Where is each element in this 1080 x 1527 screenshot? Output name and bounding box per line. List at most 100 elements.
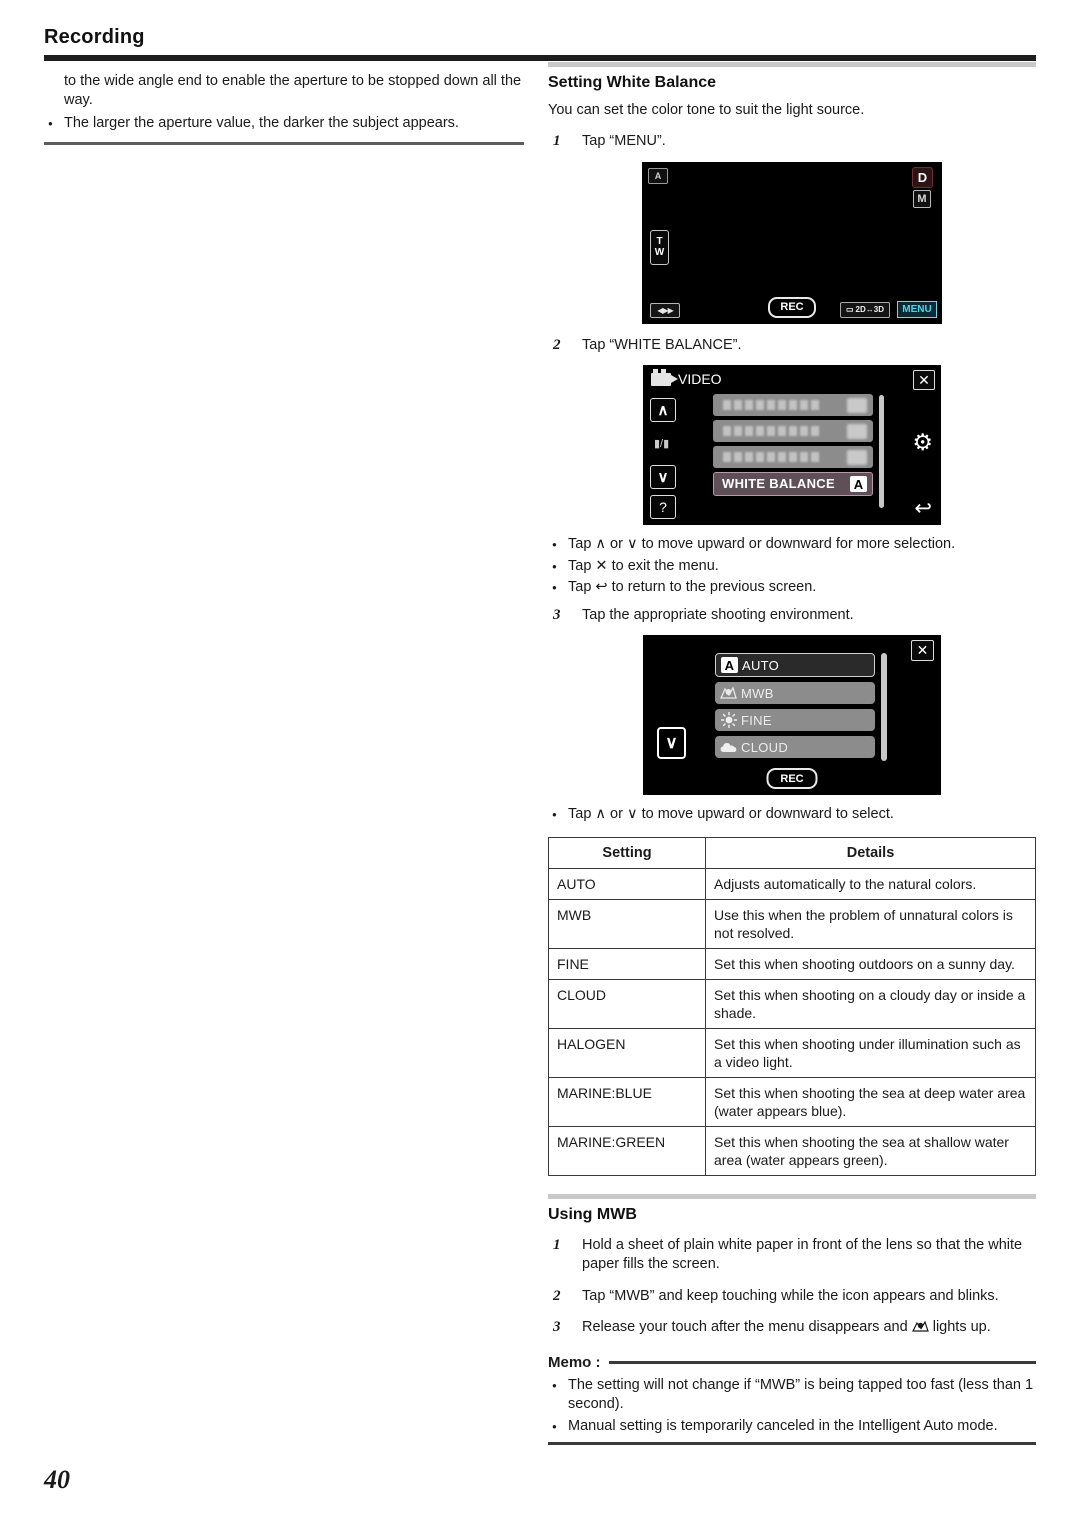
video-menu-rows: WHITE BALANCE A [713,394,873,500]
step-number: 3 [553,606,561,623]
list-item: The larger the aperture value, the darke… [44,114,524,134]
cell-setting: AUTO [548,867,706,900]
header-rule [44,55,1036,61]
gear-icon[interactable]: ⚙ [912,431,933,454]
rec-button[interactable]: REC [768,296,816,318]
auto-a-icon: A [850,476,867,492]
list-item: Manual setting is temporarily canceled i… [548,1417,1036,1437]
table-row: CLOUD Set this when shooting on a cloudy … [548,978,1036,1029]
scroll-down-button[interactable]: ∨ [657,727,686,759]
step-text-suffix: lights up. [932,1319,991,1335]
cell-setting: CLOUD [548,978,706,1029]
menu-row-label: WHITE BALANCE [722,476,835,491]
memo-rule [608,1360,1036,1364]
table-row: MWB Use this when the problem of unnatura… [548,898,1036,949]
cell-details: Set this when shooting the sea at shallo… [705,1125,1036,1176]
cell-setting: MWB [548,898,706,949]
menu-row-blurred[interactable] [713,446,873,468]
wb-option-label: FINE [741,712,772,728]
column-header-details: Details [705,836,1036,869]
d-badge-icon: D [912,166,933,188]
step-text-prefix: Release your touch after the menu disapp… [582,1319,908,1335]
step-3: 3 Tap the appropriate shooting environme… [548,606,1036,626]
wb-option-fine[interactable]: FINE [715,709,875,731]
right-column: Setting White Balance You can set the co… [548,62,1036,1445]
step-text: Tap “WHITE BALANCE”. [582,336,742,353]
mwb-step-2: 2 Tap “MWB” and keep touching while the … [548,1287,1036,1307]
camera-screen-video-menu: VIDEO ✕ ∧ ▮/▮ ∨ ? ⚙ ↩ WHITE BALANCE A [643,365,941,525]
white-balance-table: Setting Details AUTO Adjusts automaticall… [548,836,1036,1176]
memo-bottom-rule [548,1442,1036,1445]
menu-button[interactable]: MENU [897,300,937,318]
scroll-down-button[interactable]: ∨ [650,465,676,489]
bullets-after-step-3: Tap ∧ or ∨ to move upward or downward to… [548,805,1036,825]
scrollbar[interactable] [879,395,884,508]
wb-option-label: CLOUD [741,739,789,755]
scrollbar[interactable] [881,653,887,761]
step-number: 2 [553,1287,561,1304]
memo-title: Memo : [548,1353,601,1371]
pause-icon: ▮/▮ [654,438,670,450]
cell-setting: FINE [548,947,706,980]
return-icon[interactable]: ↩ [914,498,932,519]
help-button[interactable]: ? [650,495,676,519]
page-header: Recording [44,26,1036,61]
table-header-row: Setting Details [548,836,1036,869]
list-item: Tap ✕ to exit the menu. [548,557,1036,577]
left-bullet-list: The larger the aperture value, the darke… [44,114,524,134]
page-title: Recording [44,26,145,48]
cell-details: Adjusts automatically to the natural col… [705,867,1036,900]
list-item: Tap ∧ or ∨ to move upward or downward fo… [548,535,1036,555]
step-number: 1 [553,133,561,149]
step-number: 3 [553,1319,561,1335]
mwb-icon [911,1320,929,1340]
list-item: Tap ↩ to return to the previous screen. [548,578,1036,598]
wb-option-cloud[interactable]: CLOUD [715,736,875,758]
close-icon[interactable]: ✕ [911,640,934,661]
memo-header: Memo : [548,1354,1036,1371]
zoom-icon[interactable]: ◀▶▶ [650,302,680,318]
memo-bullet-list: The setting will not change if “MWB” is … [548,1376,1036,1437]
camera-screen-menu: A D M T W ◀▶▶ REC ▭ 2D↔3D MENU [642,161,942,324]
tele-label: T [656,236,663,247]
wb-option-list: A AUTO MWB FINE CLOUD [715,653,875,763]
table-row: MARINE:BLUE Set this when shooting the se… [548,1076,1036,1127]
cell-details: Set this when shooting the sea at deep w… [705,1076,1036,1127]
scroll-up-button[interactable]: ∧ [650,398,676,422]
mwb-step-1: 1 Hold a sheet of plain white paper in f… [548,1236,1036,1275]
menu-row-white-balance[interactable]: WHITE BALANCE A [713,472,873,496]
cell-details: Use this when the problem of unnatural c… [705,898,1036,949]
left-paragraph: to the wide angle end to enable the aper… [64,73,522,108]
section-bar [548,62,1036,67]
page-number: 40 [44,1465,70,1494]
close-icon[interactable]: ✕ [913,370,935,390]
intelligent-auto-icon: A [648,167,668,184]
mwb-icon [720,685,737,701]
manual-page: Recording to the wide angle end to enabl… [0,0,1080,1527]
table-row: FINE Set this when shooting outdoors on a… [548,947,1036,980]
m-badge-icon: M [913,189,931,208]
section-bar [548,1193,1036,1199]
step-text: Tap the appropriate shooting environment… [582,606,854,623]
video-menu-title: VIDEO [678,371,722,387]
step-number: 1 [553,1236,561,1253]
table-row: HALOGEN Set this when shooting under illu… [548,1027,1036,1078]
mode-2d3d-label: 2D↔3D [855,305,884,314]
wb-option-auto[interactable]: A AUTO [715,653,875,677]
wide-label: W [654,247,665,258]
cell-setting: MARINE:GREEN [548,1125,706,1176]
mode-2d3d-button[interactable]: ▭ 2D↔3D [840,301,890,318]
rec-button[interactable]: REC [766,768,818,789]
table-row: MARINE:GREEN Set this when shooting the s… [548,1125,1036,1176]
sun-icon [720,712,737,728]
video-menu-header: VIDEO [651,368,722,387]
menu-row-blurred[interactable] [713,394,873,416]
zoom-tw-control[interactable]: T W [650,229,669,265]
bullets-after-step-2: Tap ∧ or ∨ to move upward or downward fo… [548,535,1036,598]
column-header-setting: Setting [548,836,706,869]
cell-details: Set this when shooting outdoors on a sun… [705,947,1036,980]
menu-row-blurred[interactable] [713,420,873,442]
list-item: Tap ∧ or ∨ to move upward or downward to… [548,805,1036,825]
left-column: to the wide angle end to enable the aper… [44,72,524,145]
wb-option-mwb[interactable]: MWB [715,682,875,704]
